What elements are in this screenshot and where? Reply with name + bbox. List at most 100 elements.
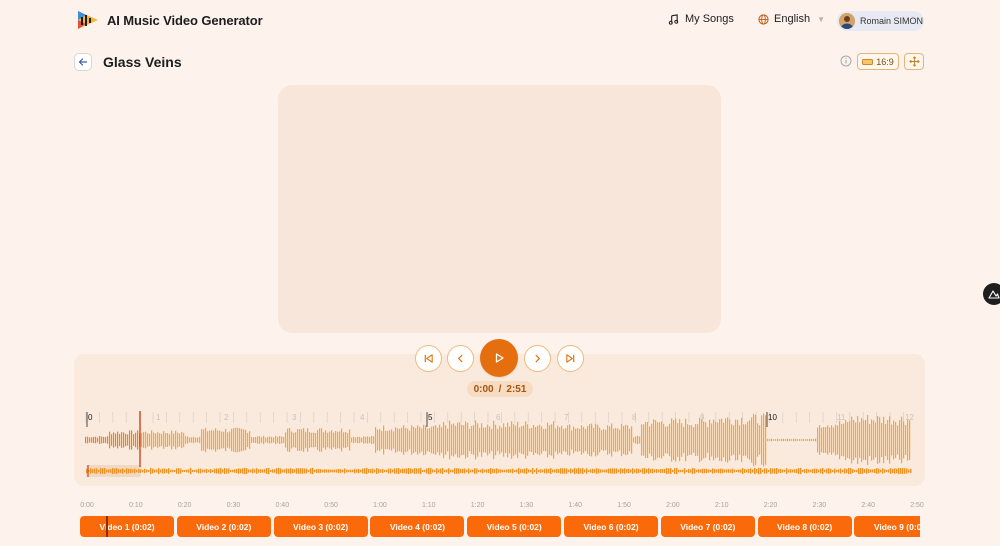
waveform-bar	[679, 418, 681, 462]
side-widget-button[interactable]	[983, 283, 1000, 305]
waveform-bar	[451, 424, 453, 456]
waveform-bar	[133, 434, 135, 446]
overview-bar	[544, 468, 546, 474]
previous-button[interactable]	[447, 345, 474, 372]
waveform-bar	[103, 436, 105, 444]
time-axis-label: 2:00	[666, 502, 680, 509]
app-logo-icon[interactable]	[76, 8, 100, 32]
video-clip[interactable]: Video 4 (0:02)	[370, 516, 465, 537]
waveform-bar	[579, 429, 581, 451]
overview-bar	[90, 468, 92, 474]
waveform-bar	[141, 432, 143, 448]
skip-back-icon	[424, 354, 433, 363]
waveform-bar	[319, 428, 321, 452]
play-button[interactable]	[480, 339, 518, 377]
next-button[interactable]	[524, 345, 551, 372]
my-songs-link[interactable]: My Songs	[668, 13, 734, 25]
waveform-bar	[417, 425, 419, 455]
waveform-bar	[591, 423, 593, 457]
waveform-bar	[509, 426, 511, 454]
waveform-bar	[289, 427, 291, 453]
video-clip[interactable]: Video 9 (0:02)	[854, 516, 920, 537]
waveform-bar	[281, 436, 283, 444]
waveform-bar	[567, 425, 569, 455]
waveform-bar	[761, 415, 763, 465]
overview-bar	[624, 468, 626, 474]
total-duration: 2:51	[506, 383, 527, 395]
video-preview[interactable]	[278, 85, 721, 333]
waveform-bar	[143, 432, 145, 448]
waveform-bar	[797, 439, 799, 441]
video-clip[interactable]: Video 8 (0:02)	[757, 516, 852, 537]
waveform-bar	[339, 431, 341, 449]
skip-to-start-button[interactable]	[415, 345, 442, 372]
waveform-bar	[211, 430, 213, 450]
waveform-bar	[447, 428, 449, 452]
overview-bar	[368, 469, 370, 473]
overview-bar	[684, 468, 686, 474]
video-clip[interactable]: Video 5 (0:02)	[467, 516, 562, 537]
waveform-bar	[787, 438, 789, 442]
waveform-bar	[305, 431, 307, 449]
overview-bar	[650, 469, 652, 473]
waveform-bar	[737, 419, 739, 461]
skip-to-end-button[interactable]	[557, 345, 584, 372]
waveform-bar	[93, 436, 95, 444]
overview-bar	[380, 469, 382, 473]
overview-bar	[816, 468, 818, 474]
waveform-bar	[351, 437, 353, 443]
overview-bar	[492, 468, 494, 474]
overview-bar	[904, 468, 906, 474]
waveform-bar	[837, 425, 839, 455]
mountain-icon	[988, 290, 1000, 299]
chevron-down-icon: ▼	[817, 14, 825, 24]
overview-bar	[498, 469, 500, 473]
timeline-playhead[interactable]	[106, 516, 108, 537]
second-marker: 6	[496, 413, 501, 422]
overview-bar	[874, 469, 876, 473]
overview-bar	[186, 469, 188, 473]
user-menu[interactable]: Romain SIMON	[837, 11, 924, 31]
aspect-ratio-button[interactable]: 16:9	[857, 53, 899, 70]
overview-bar	[770, 468, 772, 474]
waveform-bar	[765, 415, 767, 465]
waveform[interactable]: 0 1 2 3 4 5 6 7 8 9 10 11 12	[84, 405, 915, 480]
waveform-bar	[559, 427, 561, 453]
overview-bar	[894, 468, 896, 474]
overview-bar	[378, 468, 380, 474]
video-clip[interactable]: Video 2 (0:02)	[176, 516, 271, 537]
video-clip[interactable]: Video 3 (0:02)	[273, 516, 368, 537]
overview-bar	[524, 468, 526, 474]
overview-bar	[836, 469, 838, 473]
waveform-bar	[585, 429, 587, 451]
video-clip[interactable]: Video 1 (0:02)	[80, 516, 174, 537]
waveform-bar	[273, 437, 275, 443]
overview-bar	[792, 469, 794, 473]
overview-bar	[644, 467, 646, 475]
second-marker: 10	[768, 413, 777, 422]
language-selector[interactable]: English ▼	[758, 13, 825, 25]
waveform-bar	[557, 425, 559, 455]
waveform-bar	[627, 425, 629, 455]
overview-bar	[304, 468, 306, 474]
overview-bar	[718, 468, 720, 474]
chevron-left-icon	[457, 354, 463, 363]
overview-bar	[806, 468, 808, 474]
waveform-bar	[861, 418, 863, 462]
waveform-bar	[111, 434, 113, 446]
video-clip[interactable]: Video 6 (0:02)	[564, 516, 658, 537]
video-clip[interactable]: Video 7 (0:02)	[660, 516, 755, 537]
time-axis-label: 0:10	[129, 502, 143, 509]
fit-view-button[interactable]	[904, 53, 924, 70]
back-button[interactable]	[74, 53, 92, 71]
overview-bar	[864, 469, 866, 473]
overview-bar	[586, 468, 588, 474]
waveform-bar	[293, 432, 295, 448]
overview-bar	[316, 468, 318, 474]
overview-bar	[732, 468, 734, 474]
overview-bar	[504, 469, 506, 473]
overview-bar	[290, 468, 292, 474]
overview-bar	[240, 468, 242, 474]
waveform-bar	[901, 416, 903, 464]
info-icon[interactable]	[840, 55, 852, 67]
